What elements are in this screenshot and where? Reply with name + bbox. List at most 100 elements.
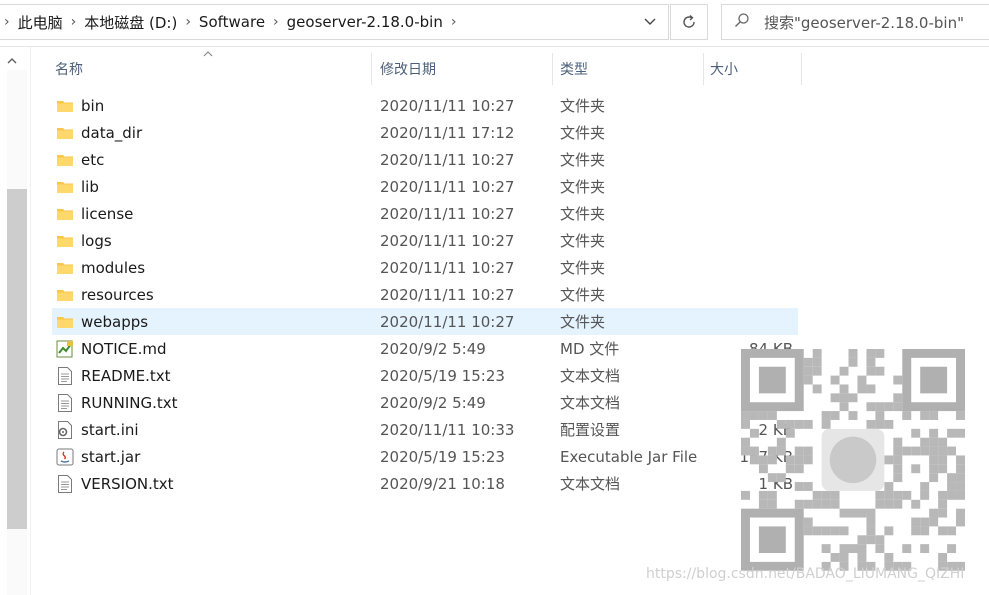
file-type: 文件夹: [560, 259, 606, 277]
chevron-right-icon[interactable]: ›: [449, 14, 459, 30]
qr-code-image: [741, 349, 965, 571]
scroll-up-arrow-icon[interactable]: [7, 56, 17, 67]
folder-icon: [56, 119, 74, 146]
chevron-right-icon[interactable]: ›: [183, 14, 193, 30]
breadcrumb-this-pc[interactable]: 此电脑: [12, 12, 69, 33]
column-header-type[interactable]: 类型: [553, 53, 704, 85]
column-header-date[interactable]: 修改日期: [372, 53, 553, 85]
file-name[interactable]: modules: [81, 254, 145, 281]
text-file-icon: [56, 362, 74, 389]
navigation-pane[interactable]: [0, 47, 31, 595]
file-size: [692, 227, 793, 254]
chevron-right-icon[interactable]: ›: [2, 14, 12, 30]
scrollbar-thumb[interactable]: [7, 189, 27, 529]
file-type: Executable Jar File: [560, 447, 698, 466]
file-name[interactable]: README.txt: [81, 362, 171, 389]
folder-icon: [56, 92, 74, 119]
file-name[interactable]: RUNNING.txt: [81, 389, 178, 416]
column-header-row: 名称 修改日期 类型 大小: [52, 51, 812, 85]
file-modified-date: 2020/5/19 15:23: [380, 366, 505, 385]
file-name[interactable]: data_dir: [81, 119, 142, 146]
file-size: [692, 308, 793, 335]
file-modified-date: 2020/11/11 10:33: [380, 420, 515, 439]
file-size: [692, 173, 793, 200]
file-type: 配置设置: [560, 421, 621, 439]
file-type: 文本文档: [560, 394, 621, 412]
column-header-name[interactable]: 名称: [52, 53, 372, 85]
file-row[interactable]: data_dir 2020/11/11 17:12 文件夹: [52, 119, 798, 146]
file-type: 文件夹: [560, 151, 606, 169]
search-icon: [734, 12, 764, 32]
file-name[interactable]: bin: [81, 92, 104, 119]
file-row[interactable]: license 2020/11/11 10:27 文件夹: [52, 200, 798, 227]
file-modified-date: 2020/11/11 10:27: [380, 285, 515, 304]
folder-icon: [56, 200, 74, 227]
breadcrumb-drive-d[interactable]: 本地磁盘 (D:): [78, 12, 183, 33]
file-row[interactable]: modules 2020/11/11 10:27 文件夹: [52, 254, 798, 281]
file-row[interactable]: webapps 2020/11/11 10:27 文件夹: [52, 308, 798, 335]
breadcrumb-geoserver[interactable]: geoserver-2.18.0-bin: [281, 13, 449, 31]
file-row[interactable]: RUNNING.txt2020/9/2 5:49文本文档4 KB: [52, 389, 798, 416]
file-row[interactable]: start.jar 2020/5/19 15:23 Executable Jar F…: [52, 443, 798, 470]
file-row[interactable]: lib 2020/11/11 10:27 文件夹: [52, 173, 798, 200]
search-input[interactable]: 搜索"geoserver-2.18.0-bin": [764, 12, 964, 33]
file-modified-date: 2020/11/11 10:27: [380, 96, 515, 115]
file-name[interactable]: logs: [81, 227, 112, 254]
file-size: [692, 200, 793, 227]
watermark-text: https://blog.csdn.net/BADAO_LIUMANG_QIZH…: [646, 566, 965, 582]
file-row[interactable]: etc 2020/11/11 10:27 文件夹: [52, 146, 798, 173]
file-modified-date: 2020/9/2 5:49: [380, 393, 486, 412]
file-modified-date: 2020/9/2 5:49: [380, 339, 486, 358]
file-type: 文件夹: [560, 313, 606, 331]
file-size: [692, 119, 793, 146]
file-size: [692, 254, 793, 281]
breadcrumb-software[interactable]: Software: [193, 13, 271, 31]
file-row[interactable]: README.txt2020/5/19 15:23文本文档1 KB: [52, 362, 798, 389]
file-modified-date: 2020/9/21 10:18: [380, 474, 505, 493]
file-modified-date: 2020/5/19 15:23: [380, 447, 505, 466]
file-name[interactable]: license: [81, 200, 133, 227]
file-name[interactable]: start.jar: [81, 443, 140, 470]
file-row[interactable]: bin 2020/11/11 10:27 文件夹: [52, 92, 798, 119]
file-row[interactable]: logs 2020/11/11 10:27 文件夹: [52, 227, 798, 254]
column-header-size[interactable]: 大小: [704, 53, 802, 85]
file-name[interactable]: etc: [81, 146, 104, 173]
markdown-file-icon: [56, 335, 74, 362]
file-row[interactable]: resources 2020/11/11 10:27 文件夹: [52, 281, 798, 308]
text-file-icon: [56, 389, 74, 416]
file-type: 文件夹: [560, 286, 606, 304]
file-list: bin 2020/11/11 10:27 文件夹 data_dir 2020/11/11…: [52, 92, 812, 497]
file-name[interactable]: start.ini: [81, 416, 139, 443]
file-type: 文件夹: [560, 178, 606, 196]
file-name[interactable]: resources: [81, 281, 154, 308]
file-modified-date: 2020/11/11 10:27: [380, 150, 515, 169]
file-row[interactable]: VERSION.txt 2020/9/21 10:18 文本文档 1 KB: [52, 470, 798, 497]
file-type: 文件夹: [560, 205, 606, 223]
file-row[interactable]: start.ini 2020/11/11 10:33 配置设置 2 KB: [52, 416, 798, 443]
refresh-button[interactable]: [670, 4, 708, 40]
chevron-right-icon[interactable]: ›: [271, 14, 281, 30]
toolbar: › 此电脑 › 本地磁盘 (D:) › Software › geoserver…: [0, 0, 989, 47]
folder-icon: [56, 281, 74, 308]
address-bar[interactable]: › 此电脑 › 本地磁盘 (D:) › Software › geoserver…: [0, 4, 669, 40]
file-modified-date: 2020/11/11 17:12: [380, 123, 515, 142]
file-name[interactable]: lib: [81, 173, 99, 200]
file-name[interactable]: webapps: [81, 308, 148, 335]
file-type: MD 文件: [560, 340, 620, 358]
folder-icon: [56, 227, 74, 254]
file-modified-date: 2020/11/11 10:27: [380, 231, 515, 250]
folder-icon: [56, 146, 74, 173]
file-row[interactable]: NOTICE.md 2020/9/2 5:49 MD 文件 84 KB: [52, 335, 798, 362]
java-jar-icon: [56, 443, 74, 470]
chevron-right-icon[interactable]: ›: [69, 14, 79, 30]
file-modified-date: 2020/11/11 10:27: [380, 204, 515, 223]
file-name[interactable]: NOTICE.md: [81, 335, 166, 362]
file-modified-date: 2020/11/11 10:27: [380, 312, 515, 331]
file-modified-date: 2020/11/11 10:27: [380, 258, 515, 277]
file-name[interactable]: VERSION.txt: [81, 470, 174, 497]
file-size: [692, 92, 793, 119]
folder-icon: [56, 173, 74, 200]
search-box[interactable]: 搜索"geoserver-2.18.0-bin": [721, 4, 989, 40]
history-dropdown-button[interactable]: [638, 5, 662, 39]
chevron-down-icon: [644, 18, 656, 25]
